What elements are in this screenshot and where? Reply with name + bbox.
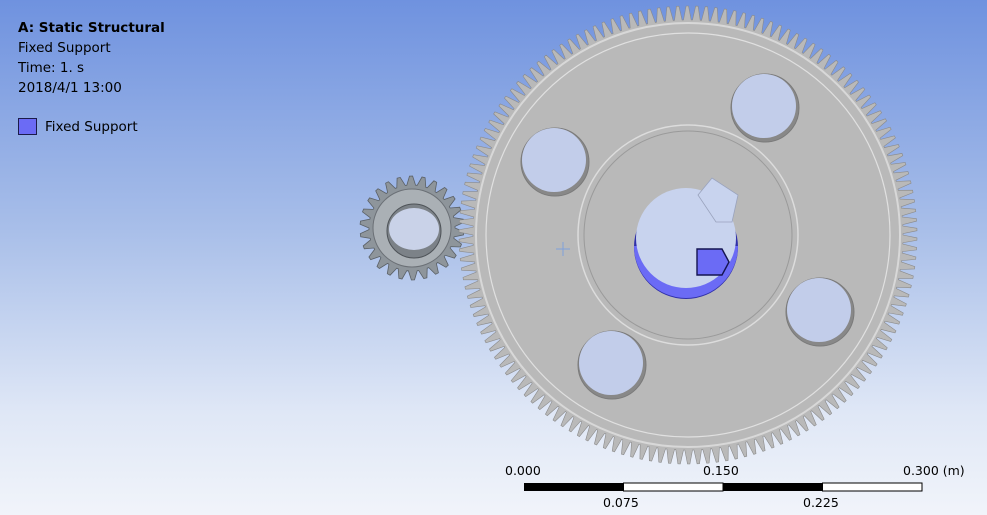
pinion-bore-opening — [389, 208, 439, 250]
fixed-support-highlight — [696, 248, 730, 276]
lightening-hole — [787, 278, 851, 342]
lightening-hole — [522, 128, 586, 192]
lightening-hole — [732, 74, 796, 138]
graphics-viewport[interactable] — [0, 0, 987, 515]
lightening-hole — [579, 331, 643, 395]
gear-assembly[interactable] — [359, 5, 918, 465]
